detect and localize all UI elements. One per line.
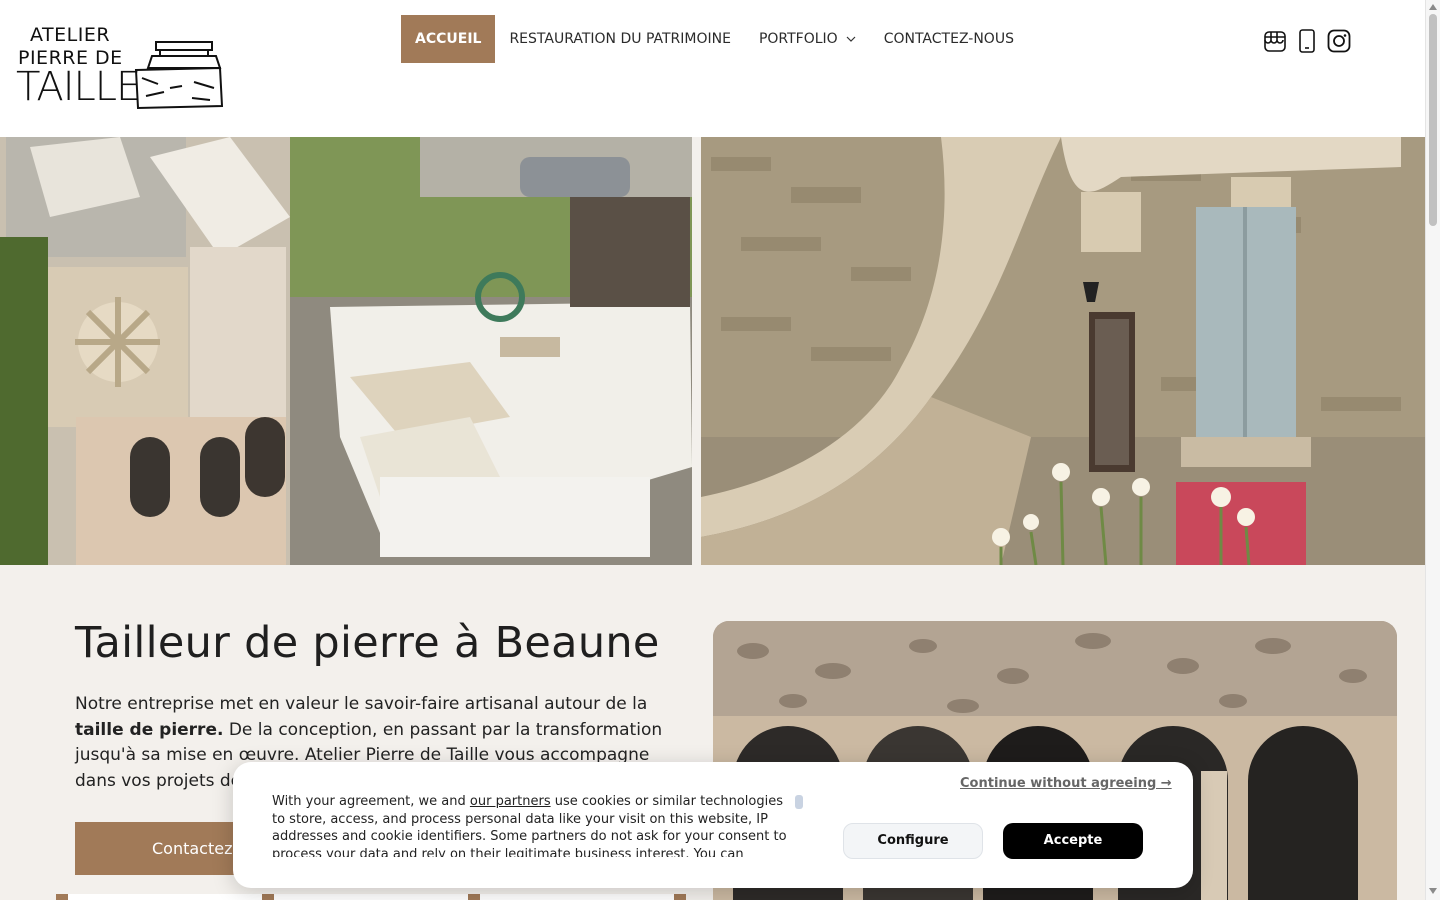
card-edge — [262, 894, 274, 900]
intro-bold: taille de pierre. — [75, 719, 224, 740]
page-title: Tailleur de pierre à Beaune — [75, 618, 660, 668]
accept-button[interactable]: Accepte — [1003, 823, 1143, 859]
scroll-thumb[interactable] — [1429, 14, 1437, 226]
phone-icon[interactable] — [1295, 28, 1319, 54]
nav-item-contact[interactable]: CONTACTEZ-NOUS — [870, 15, 1028, 63]
instagram-icon[interactable] — [1327, 28, 1351, 54]
cookie-scroll-indicator[interactable] — [795, 795, 803, 809]
scroll-up-arrow-icon[interactable] — [1429, 4, 1437, 10]
nav-label: RESTAURATION DU PATRIMOINE — [509, 31, 731, 47]
card-edge — [674, 894, 686, 900]
cookie-text: With your agreement, we and our partners… — [272, 793, 797, 857]
intro-text-1: Notre entreprise met en valeur le savoir… — [75, 694, 648, 714]
nav-item-portfolio[interactable]: PORTFOLIO — [745, 15, 870, 63]
main-nav: ACCUEIL RESTAURATION DU PATRIMOINE PORTF… — [401, 15, 1028, 63]
scroll-down-arrow-icon[interactable] — [1429, 888, 1437, 894]
site-header: ATELIER PIERRE DE TAILLE ACCUEIL RESTAUR… — [0, 0, 1425, 137]
hero-image-workshop — [0, 137, 692, 565]
nav-label: PORTFOLIO — [758, 31, 838, 47]
chevron-down-icon — [846, 36, 856, 42]
configure-button[interactable]: Configure — [843, 823, 983, 859]
feature-cards-top — [56, 894, 686, 900]
stone-block-icon — [134, 41, 224, 110]
hero-image-staircase — [701, 137, 1425, 565]
card-edge — [468, 894, 480, 900]
logo-line-1: ATELIER — [30, 24, 111, 46]
continue-without-agreeing-link[interactable]: Continue without agreeing → — [960, 776, 1172, 791]
nav-label: CONTACTEZ-NOUS — [883, 31, 1014, 47]
cookie-consent-banner: With your agreement, we and our partners… — [233, 762, 1193, 888]
nav-label: ACCUEIL — [415, 31, 482, 47]
card-top — [68, 894, 262, 900]
partners-link[interactable]: our partners — [470, 794, 551, 809]
site-logo[interactable]: ATELIER PIERRE DE TAILLE — [16, 24, 226, 112]
card-edge — [56, 894, 68, 900]
social-links — [1263, 28, 1351, 54]
logo-line-3: TAILLE — [16, 64, 141, 110]
card-top — [274, 894, 468, 900]
page-scrollbar[interactable] — [1425, 0, 1440, 900]
card-top — [480, 894, 674, 900]
cookie-text-before: With your agreement, we and — [272, 794, 470, 809]
google-business-icon[interactable] — [1263, 28, 1287, 54]
nav-item-accueil[interactable]: ACCUEIL — [401, 15, 496, 63]
nav-item-restauration[interactable]: RESTAURATION DU PATRIMOINE — [495, 15, 745, 63]
